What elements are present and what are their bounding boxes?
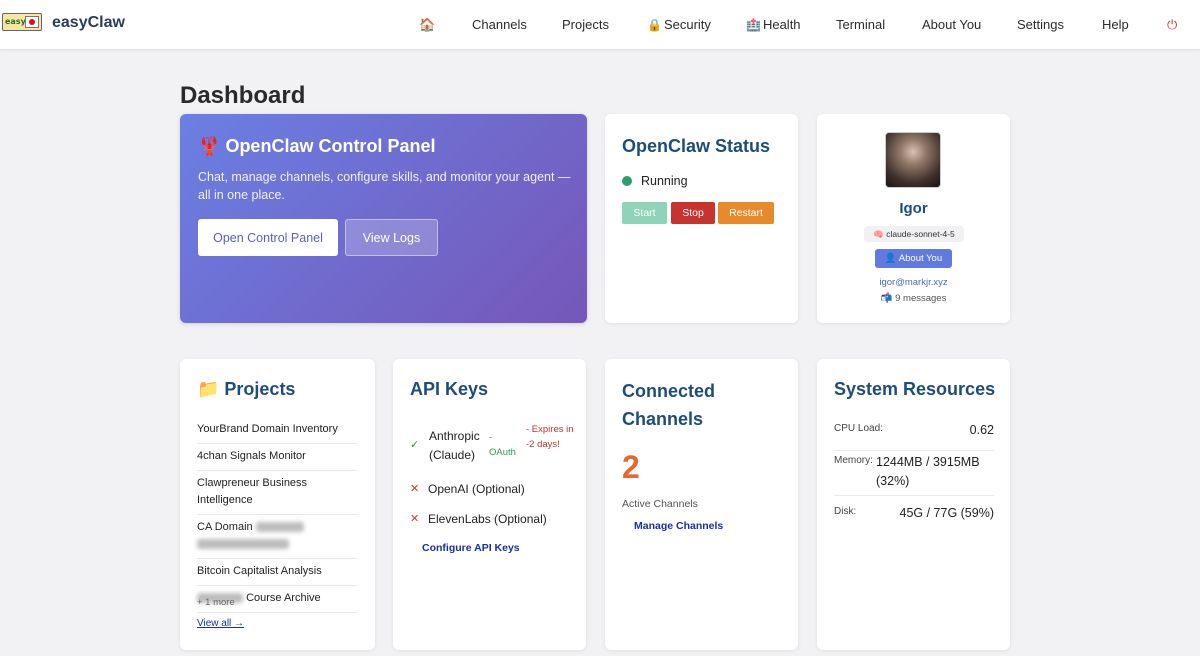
disk-value: 45G / 77G (59%) bbox=[899, 506, 995, 520]
memory-value: 1244MB / 3915MB (32%) bbox=[876, 455, 980, 488]
connected-channels-card: Connected Channels 2 Active Channels Man… bbox=[605, 359, 798, 650]
api-key-name: OpenAI (Optional) bbox=[428, 482, 525, 496]
disk-row: Disk: 45G / 77G (59%) bbox=[834, 504, 994, 528]
profile-name: Igor bbox=[899, 200, 928, 217]
power-icon[interactable]: ⏻ bbox=[1167, 17, 1177, 33]
projects-title: 📁 Projects bbox=[197, 379, 296, 399]
x-icon: ✕ bbox=[410, 513, 420, 525]
control-panel-card: 🦞 OpenClaw Control Panel Chat, manage ch… bbox=[180, 114, 587, 323]
x-icon: ✕ bbox=[410, 483, 420, 495]
check-icon: ✓ bbox=[410, 439, 420, 451]
api-key-name: ElevenLabs (Optional) bbox=[428, 512, 547, 526]
api-key-anthropic: ✓ Anthropic (Claude) - OAuth - Expires i… bbox=[410, 424, 575, 467]
memory-label: Memory: bbox=[834, 455, 873, 466]
disk-label: Disk: bbox=[834, 506, 857, 517]
projects-card: 📁 Projects YourBrand Domain Inventory 4c… bbox=[180, 359, 375, 650]
api-keys-title: API Keys bbox=[410, 379, 489, 399]
nav-health[interactable]: 🏥 Health bbox=[746, 17, 801, 32]
channels-title: Connected Channels bbox=[622, 381, 716, 429]
nav-projects[interactable]: Projects bbox=[562, 17, 609, 32]
nav-about-you[interactable]: About You bbox=[922, 17, 981, 32]
redacted-text bbox=[197, 539, 289, 550]
openclaw-status-card: OpenClaw Status Running Start Stop Resta… bbox=[605, 114, 798, 323]
system-resources-card: System Resources CPU Load: 0.62 Memory: … bbox=[817, 359, 1010, 650]
api-keys-card: API Keys ✓ Anthropic (Claude) - OAuth - … bbox=[393, 359, 586, 650]
start-button[interactable]: Start bbox=[622, 202, 667, 224]
channel-count: 2 bbox=[622, 449, 640, 485]
view-all-link[interactable]: View all → bbox=[197, 618, 244, 629]
active-channels-label: Active Channels bbox=[622, 498, 698, 510]
project-item[interactable]: Clawpreneur Business Intelligence bbox=[197, 471, 357, 515]
control-panel-title-text: OpenClaw Control Panel bbox=[225, 136, 436, 156]
control-panel-description: Chat, manage channels, configure skills,… bbox=[198, 170, 571, 202]
status-dot-icon bbox=[622, 176, 632, 186]
brand[interactable]: easy easyClaw bbox=[2, 12, 125, 32]
control-panel-title: 🦞 OpenClaw Control Panel bbox=[198, 136, 435, 157]
stop-button[interactable]: Stop bbox=[671, 202, 715, 224]
about-you-button[interactable]: 👤 About You bbox=[875, 249, 952, 268]
cpu-value: 0.62 bbox=[969, 423, 994, 437]
nav-home-icon[interactable]: 🏠 bbox=[419, 17, 435, 33]
nav-terminal[interactable]: Terminal bbox=[836, 17, 885, 32]
memory-row: Memory: 1244MB / 3915MB (32%) bbox=[834, 453, 994, 496]
brand-logo-icon: easy bbox=[2, 13, 42, 31]
page-title: Dashboard bbox=[180, 82, 306, 109]
project-item-label: Course Archive bbox=[246, 592, 321, 604]
nav-channels[interactable]: Channels bbox=[472, 17, 527, 32]
nav-security-label: Security bbox=[663, 17, 711, 32]
profile-email[interactable]: igor@markjr.xyz bbox=[817, 277, 1010, 288]
projects-list: YourBrand Domain Inventory 4chan Signals… bbox=[197, 417, 357, 613]
project-item[interactable]: 4chan Signals Monitor bbox=[197, 444, 357, 471]
more-projects: + 1 more bbox=[197, 597, 235, 608]
api-key-name: Anthropic (Claude) bbox=[429, 429, 480, 462]
project-item-label: CA Domain bbox=[197, 521, 253, 533]
view-logs-button[interactable]: View Logs bbox=[345, 219, 438, 256]
lobster-icon: 🦞 bbox=[198, 136, 221, 156]
configure-api-keys-link[interactable]: Configure API Keys bbox=[422, 542, 520, 554]
api-key-method: - OAuth bbox=[489, 432, 516, 458]
redacted-text bbox=[255, 522, 304, 533]
brand-name: easyClaw bbox=[52, 14, 125, 31]
nav-settings[interactable]: Settings bbox=[1017, 17, 1064, 32]
status-indicator: Running bbox=[622, 174, 688, 188]
nav-health-label: Health bbox=[762, 17, 801, 32]
project-item[interactable]: YourBrand Domain Inventory bbox=[197, 417, 357, 444]
top-nav: easy easyClaw 🏠 Channels Projects 🔒 Secur… bbox=[0, 0, 1200, 50]
project-item[interactable]: Bitcoin Capitalist Analysis bbox=[197, 559, 357, 586]
project-item[interactable]: CA Domain bbox=[197, 515, 357, 559]
cpu-row: CPU Load: 0.62 bbox=[834, 421, 994, 451]
message-count: 📬 9 messages bbox=[880, 293, 947, 304]
model-badge: 🧠 claude-sonnet-4-5 bbox=[864, 226, 964, 242]
open-control-panel-button[interactable]: Open Control Panel bbox=[198, 219, 338, 256]
status-title: OpenClaw Status bbox=[622, 136, 771, 156]
avatar bbox=[885, 132, 941, 188]
restart-button[interactable]: Restart bbox=[718, 202, 774, 224]
lock-icon: 🔒 bbox=[647, 18, 662, 32]
api-key-expiry-warning: - Expires in -2 days! bbox=[526, 424, 574, 450]
nav-help[interactable]: Help bbox=[1102, 17, 1129, 32]
cpu-label: CPU Load: bbox=[834, 423, 883, 434]
hospital-icon: 🏥 bbox=[746, 18, 761, 32]
nav-security[interactable]: 🔒 Security bbox=[647, 17, 711, 32]
profile-card: Igor 🧠 claude-sonnet-4-5 👤 About You igo… bbox=[817, 114, 1010, 323]
status-text: Running bbox=[641, 174, 688, 188]
resources-title: System Resources bbox=[834, 379, 996, 399]
manage-channels-link[interactable]: Manage Channels bbox=[634, 520, 723, 532]
